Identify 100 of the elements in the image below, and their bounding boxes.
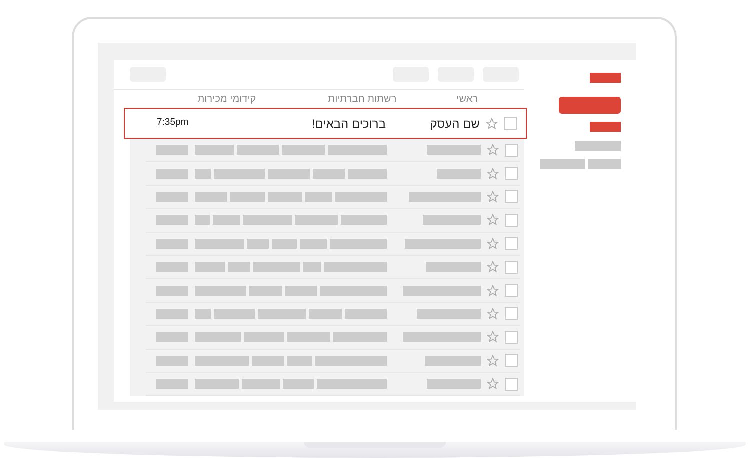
text-placeholder [348, 168, 387, 179]
text-placeholder [247, 238, 270, 249]
nav-placeholder[interactable] [540, 159, 585, 169]
text-placeholder [272, 238, 297, 249]
checkbox[interactable] [505, 330, 518, 344]
star-icon[interactable] [486, 118, 498, 130]
text-placeholder [195, 168, 212, 179]
star-icon[interactable] [487, 378, 499, 390]
nav-placeholder[interactable] [575, 141, 621, 151]
checkbox[interactable] [505, 237, 518, 250]
tab[interactable]: רשתות חברתיות [328, 92, 397, 106]
checkbox[interactable] [505, 214, 518, 227]
text-placeholder [286, 332, 330, 342]
star-icon[interactable] [487, 144, 499, 156]
text-placeholder [228, 262, 250, 272]
text-placeholder [156, 192, 188, 202]
star-icon[interactable] [487, 354, 499, 367]
text-placeholder [195, 192, 228, 202]
text-placeholder [426, 262, 481, 272]
text-placeholder [156, 356, 188, 366]
text-placeholder [253, 262, 300, 272]
text-placeholder [156, 238, 188, 249]
text-placeholder [195, 379, 239, 390]
subject-text: ברוכים הבאים! [312, 116, 386, 132]
text-placeholder [320, 286, 387, 296]
star-icon[interactable] [487, 308, 499, 320]
text-placeholder [156, 332, 188, 342]
text-placeholder [313, 168, 346, 179]
text-placeholder [195, 145, 234, 156]
text-placeholder [237, 145, 280, 156]
star-icon[interactable] [487, 168, 499, 180]
text-placeholder [437, 168, 481, 179]
star-icon[interactable] [487, 331, 499, 344]
text-placeholder [317, 379, 387, 390]
text-placeholder [333, 332, 387, 342]
star-icon[interactable] [487, 214, 499, 226]
message-time: 7:35pm [157, 116, 189, 130]
checkbox[interactable] [505, 284, 518, 298]
checkbox[interactable] [505, 167, 518, 180]
tab[interactable]: ראשי [456, 92, 478, 106]
text-placeholder [195, 356, 249, 366]
checkbox[interactable] [505, 260, 518, 274]
text-placeholder [258, 308, 306, 319]
text-placeholder [309, 308, 342, 319]
logo-placeholder [590, 73, 621, 83]
star-icon[interactable] [487, 190, 499, 203]
text-placeholder [212, 215, 240, 226]
text-placeholder [195, 215, 210, 226]
text-placeholder [324, 262, 387, 272]
text-placeholder [344, 308, 387, 319]
text-placeholder [282, 145, 325, 156]
sender-name: שם העסק [430, 116, 480, 132]
text-placeholder [340, 215, 387, 226]
text-placeholder [328, 145, 387, 156]
text-placeholder [195, 238, 244, 249]
text-placeholder [156, 168, 188, 179]
text-placeholder [214, 168, 265, 179]
nav-placeholder[interactable] [588, 159, 621, 169]
text-placeholder [230, 192, 266, 202]
text-placeholder [417, 308, 481, 319]
text-placeholder [156, 286, 188, 296]
text-placeholder [423, 215, 481, 226]
star-icon[interactable] [487, 284, 499, 297]
text-placeholder [300, 238, 328, 249]
text-placeholder [295, 215, 338, 226]
text-placeholder [282, 379, 314, 390]
checkbox[interactable] [505, 190, 518, 204]
text-placeholder [425, 356, 481, 366]
text-placeholder [156, 262, 188, 272]
text-placeholder [268, 192, 302, 202]
text-placeholder [195, 308, 211, 319]
checkbox[interactable] [505, 354, 518, 368]
star-icon[interactable] [487, 261, 499, 274]
tab[interactable]: קידומי מכירות [198, 92, 256, 106]
text-placeholder [302, 262, 321, 272]
text-placeholder [195, 286, 246, 296]
text-placeholder [242, 379, 280, 390]
nav-placeholder[interactable] [590, 122, 621, 132]
checkbox[interactable] [505, 378, 518, 391]
text-placeholder [156, 215, 188, 226]
text-placeholder [286, 356, 312, 366]
text-placeholder [409, 192, 481, 202]
text-placeholder [330, 238, 387, 249]
text-placeholder [427, 145, 481, 156]
text-placeholder [243, 215, 292, 226]
text-placeholder [304, 192, 332, 202]
checkbox[interactable] [505, 144, 518, 157]
text-placeholder [214, 308, 254, 319]
checkbox[interactable] [504, 117, 517, 130]
text-placeholder [252, 356, 284, 366]
star-icon[interactable] [487, 238, 499, 250]
text-placeholder [156, 145, 188, 156]
text-placeholder [284, 286, 317, 296]
text-placeholder [427, 379, 481, 390]
text-placeholder [248, 286, 282, 296]
text-placeholder [244, 332, 284, 342]
compose-button[interactable] [559, 97, 621, 114]
text-placeholder [156, 379, 188, 390]
text-placeholder [335, 192, 387, 202]
checkbox[interactable] [505, 307, 518, 320]
